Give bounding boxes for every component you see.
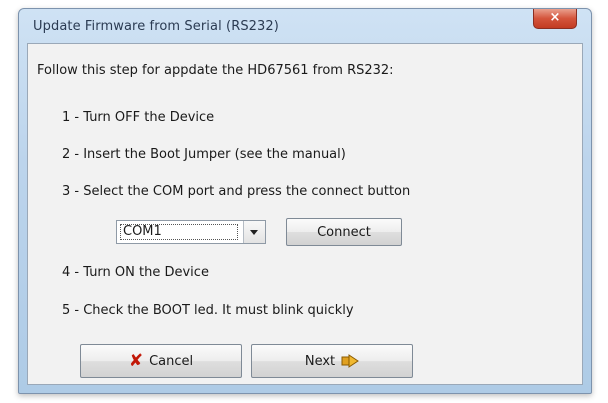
step-4-text: 4 - Turn ON the Device	[62, 265, 209, 280]
next-button-label: Next	[304, 353, 336, 369]
window-title: Update Firmware from Serial (RS232)	[33, 19, 279, 34]
connect-button[interactable]: Connect	[286, 218, 402, 246]
red-x-icon: ✘	[128, 350, 144, 371]
com-port-select[interactable]: COM1	[116, 220, 266, 244]
step-5-text: 5 - Check the BOOT led. It must blink qu…	[62, 303, 354, 318]
step-3-text: 3 - Select the COM port and press the co…	[62, 184, 411, 199]
com-port-value: COM1	[120, 224, 238, 240]
dialog-content: Follow this step for appdate the HD67561…	[27, 43, 583, 385]
instructions-heading: Follow this step for appdate the HD67561…	[37, 63, 394, 78]
step-2-text: 2 - Insert the Boot Jumper (see the manu…	[62, 147, 346, 162]
close-button[interactable]: ×	[533, 9, 577, 29]
dialog-window: Update Firmware from Serial (RS232) × Fo…	[18, 8, 592, 394]
cancel-button-label: Cancel	[149, 353, 194, 369]
step-1-text: 1 - Turn OFF the Device	[62, 110, 215, 125]
next-arrow-icon	[341, 354, 360, 368]
close-icon: ×	[549, 10, 561, 25]
next-button[interactable]: Next	[251, 344, 413, 378]
title-bar[interactable]: Update Firmware from Serial (RS232) ×	[19, 9, 591, 43]
chevron-down-icon[interactable]	[243, 221, 265, 243]
cancel-button[interactable]: ✘ Cancel	[80, 344, 242, 378]
connect-button-label: Connect	[317, 224, 371, 240]
